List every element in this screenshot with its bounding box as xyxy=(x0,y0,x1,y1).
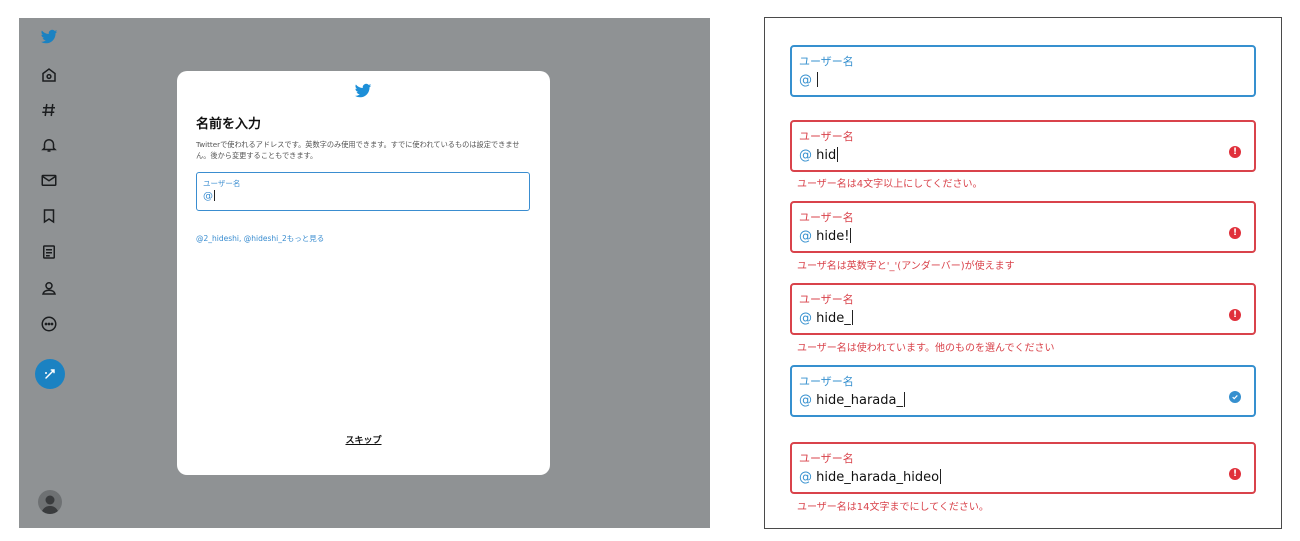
error-message: ユーザー名は使われています。他のものを選んでください xyxy=(797,343,1055,354)
twitter-screenshot: 名前を入力 Twitterで使われるアドレスです。英数字のみ使用できます。すでに… xyxy=(19,18,710,528)
at-prefix: @ xyxy=(799,311,812,326)
compose-tweet-button[interactable] xyxy=(35,359,65,389)
username-field-too-short[interactable]: ユーザー名 @ hid ! xyxy=(790,120,1256,172)
username-input[interactable]: ユーザー名 @ xyxy=(196,172,530,211)
modal-description: Twitterで使われるアドレスです。英数字のみ使用できます。すでに使われている… xyxy=(196,140,520,160)
username-field-valid[interactable]: ユーザー名 @ hide_harada_ xyxy=(790,365,1256,417)
check-icon xyxy=(1229,391,1241,403)
field-value: @ hide! xyxy=(799,228,852,244)
field-label: ユーザー名 xyxy=(799,293,854,306)
at-prefix: @ xyxy=(799,73,812,88)
field-value: @ hide_harada_hideo xyxy=(799,469,942,485)
username-suggestions[interactable]: @2_hideshi, @hideshi_2もっと見る xyxy=(196,233,324,244)
text-caret xyxy=(850,228,852,243)
twitter-logo-icon[interactable] xyxy=(38,26,60,48)
stage: 名前を入力 Twitterで使われるアドレスです。英数字のみ使用できます。すでに… xyxy=(0,0,1300,541)
mail-icon[interactable] xyxy=(38,169,60,191)
username-field-too-long[interactable]: ユーザー名 @ hide_harada_hideo ! xyxy=(790,442,1256,494)
feather-icon xyxy=(45,369,55,379)
list-icon[interactable] xyxy=(38,241,60,263)
bell-icon[interactable] xyxy=(38,134,60,156)
error-icon: ! xyxy=(1229,309,1241,321)
error-message: ユーザー名は4文字以上にしてください。 xyxy=(797,179,983,190)
at-prefix: @ xyxy=(799,229,812,244)
username-field-empty[interactable]: ユーザー名 @ xyxy=(790,45,1256,97)
text-caret xyxy=(214,190,215,201)
text-caret xyxy=(903,392,905,407)
field-label: ユーザー名 xyxy=(799,375,854,388)
validation-examples: ユーザー名 @ ユーザー名 @ hid ! ユーザー名は4文字以上にしてください… xyxy=(764,17,1282,529)
field-value: @ hide_ xyxy=(799,310,853,326)
at-prefix: @ xyxy=(203,191,213,202)
modal-title: 名前を入力 xyxy=(196,117,262,132)
skip-button[interactable]: スキップ xyxy=(177,433,550,446)
home-icon[interactable] xyxy=(38,64,60,86)
signup-modal: 名前を入力 Twitterで使われるアドレスです。英数字のみ使用できます。すでに… xyxy=(177,71,550,475)
field-label: ユーザー名 xyxy=(799,130,854,143)
field-value: @ xyxy=(799,72,819,88)
username-label: ユーザー名 xyxy=(203,179,241,188)
field-label: ユーザー名 xyxy=(799,211,854,224)
error-icon: ! xyxy=(1229,146,1241,158)
field-value: @ hid xyxy=(799,147,839,163)
at-prefix: @ xyxy=(799,148,812,163)
error-message: ユーザ名は英数字と'_'(アンダーバー)が使えます xyxy=(797,261,1015,272)
text-caret xyxy=(837,147,839,162)
twitter-logo-icon xyxy=(354,83,372,98)
at-prefix: @ xyxy=(799,393,812,408)
username-value: @ xyxy=(203,190,215,202)
username-field-taken[interactable]: ユーザー名 @ hide_ ! xyxy=(790,283,1256,335)
bookmark-icon[interactable] xyxy=(38,205,60,227)
error-icon: ! xyxy=(1229,468,1241,480)
profile-icon[interactable] xyxy=(38,277,60,299)
text-caret xyxy=(940,469,942,484)
field-value: @ hide_harada_ xyxy=(799,392,905,408)
at-prefix: @ xyxy=(799,470,812,485)
error-message: ユーザー名は14文字までにしてください。 xyxy=(797,502,989,513)
default-avatar-icon xyxy=(41,495,59,514)
hashtag-icon[interactable] xyxy=(38,99,60,121)
sidebar xyxy=(19,18,81,528)
username-field-invalid-char[interactable]: ユーザー名 @ hide! ! xyxy=(790,201,1256,253)
more-icon[interactable] xyxy=(38,313,60,335)
error-icon: ! xyxy=(1229,227,1241,239)
text-caret xyxy=(817,72,819,87)
avatar[interactable] xyxy=(38,490,62,514)
field-label: ユーザー名 xyxy=(799,55,854,68)
text-caret xyxy=(851,310,853,325)
field-label: ユーザー名 xyxy=(799,452,854,465)
